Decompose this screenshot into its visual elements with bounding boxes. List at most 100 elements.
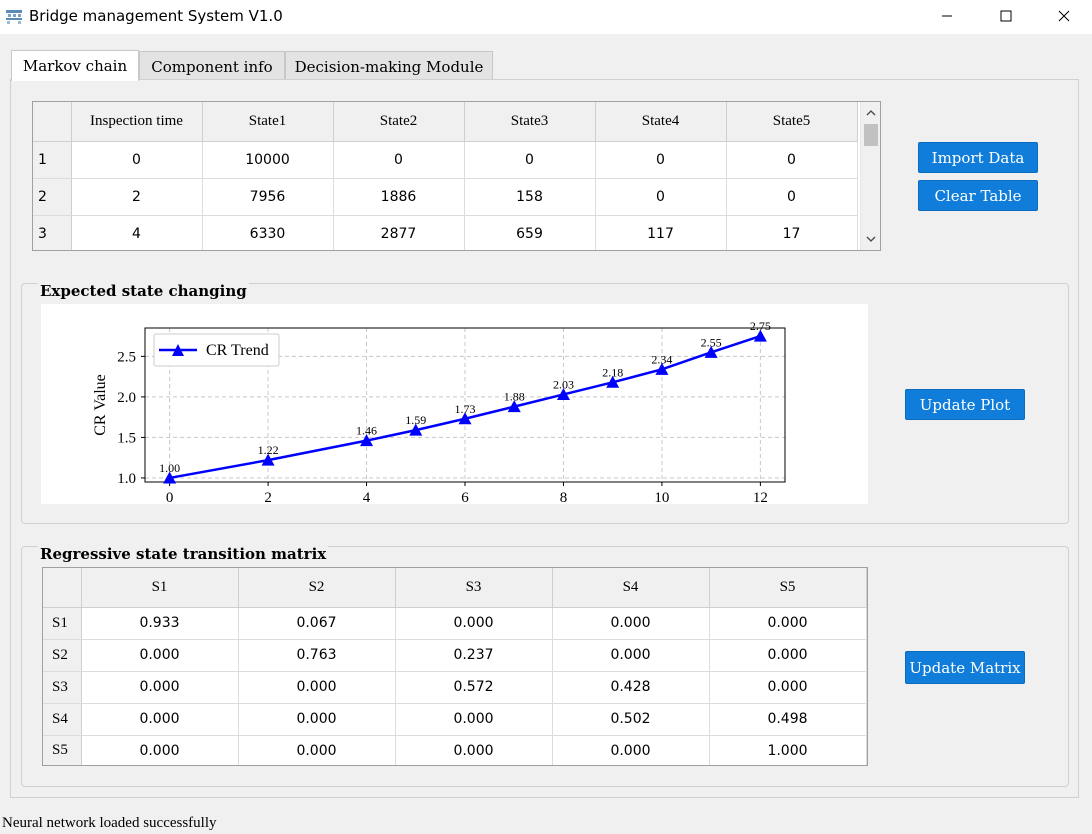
table-cell[interactable]: 0.000	[709, 607, 867, 640]
table-cell[interactable]: 0.000	[81, 671, 239, 704]
table-cell[interactable]: 0	[71, 141, 203, 179]
maximize-button[interactable]	[977, 0, 1035, 32]
table-cell[interactable]: 0.000	[552, 639, 710, 672]
table-cell[interactable]: 0	[726, 178, 858, 216]
tab-component-info[interactable]: Component info	[139, 51, 285, 81]
row-header[interactable]: S3	[43, 671, 82, 704]
table-cell[interactable]: 7956	[202, 178, 334, 216]
x-tick-label: 6	[461, 490, 469, 504]
row-header[interactable]: 3	[33, 215, 72, 250]
group-title: Regressive state transition matrix	[38, 545, 329, 563]
scroll-thumb[interactable]	[864, 124, 878, 146]
table-cell[interactable]: 0.000	[81, 639, 239, 672]
table-cell[interactable]: 0.933	[81, 607, 239, 640]
column-header[interactable]: State2	[333, 102, 465, 142]
scroll-up-button[interactable]	[861, 104, 880, 122]
table-cell[interactable]: 0.000	[238, 703, 396, 736]
update-matrix-button[interactable]: Update Matrix	[905, 651, 1025, 684]
column-header[interactable]: S5	[709, 568, 867, 608]
table-cell[interactable]: 0	[726, 141, 858, 179]
column-header[interactable]: S2	[238, 568, 396, 608]
table-cell[interactable]: 0.572	[395, 671, 553, 704]
table-cell[interactable]: 6330	[202, 215, 334, 250]
table-cell[interactable]: 1886	[333, 178, 465, 216]
table-cell[interactable]: 0	[595, 141, 727, 179]
table-cell[interactable]: 2877	[333, 215, 465, 250]
table-cell[interactable]: 10000	[202, 141, 334, 179]
table-header-row: Inspection time State1 State2 State3 Sta…	[33, 102, 858, 142]
table-row: S2 0.000 0.763 0.237 0.000 0.000	[43, 639, 867, 672]
table-cell[interactable]: 659	[464, 215, 596, 250]
data-label: 1.22	[258, 443, 279, 457]
column-header[interactable]: State3	[464, 102, 596, 142]
y-tick-label: 1.5	[117, 430, 136, 446]
y-tick-label: 1.0	[117, 471, 136, 487]
transition-matrix-table[interactable]: S1 S2 S3 S4 S5 S1 0.933 0.067 0.000 0.00…	[42, 567, 868, 766]
row-header[interactable]: 2	[33, 178, 72, 216]
table-cell[interactable]: 2	[71, 178, 203, 216]
tab-markov-chain[interactable]: Markov chain	[11, 50, 139, 81]
table-cell[interactable]: 17	[726, 215, 858, 250]
table-cell[interactable]: 0	[333, 141, 465, 179]
table-cell[interactable]: 0.000	[709, 639, 867, 672]
table-cell[interactable]: 0.000	[709, 671, 867, 704]
table-cell[interactable]: 0	[464, 141, 596, 179]
column-header[interactable]: S1	[81, 568, 239, 608]
row-header[interactable]: S1	[43, 607, 82, 640]
table-cell[interactable]: 0.237	[395, 639, 553, 672]
tab-decision-making[interactable]: Decision-making Module	[285, 51, 493, 81]
table-cell[interactable]: 1.000	[709, 735, 867, 765]
table-cell[interactable]: 0	[595, 178, 727, 216]
table-cell[interactable]: 0.000	[238, 671, 396, 704]
matrix-corner[interactable]	[43, 568, 82, 608]
inspection-data-table[interactable]: Inspection time State1 State2 State3 Sta…	[32, 101, 881, 251]
table-cell[interactable]: 0.000	[238, 735, 396, 765]
table-cell[interactable]: 4	[71, 215, 203, 250]
row-header[interactable]: S4	[43, 703, 82, 736]
y-tick-label: 2.5	[117, 349, 136, 365]
row-header[interactable]: S5	[43, 735, 82, 765]
scroll-down-button[interactable]	[861, 230, 880, 248]
data-label: 2.34	[651, 352, 672, 366]
close-button[interactable]	[1035, 0, 1092, 32]
table-cell[interactable]: 0.000	[81, 735, 239, 765]
column-header[interactable]: S3	[395, 568, 553, 608]
table-cell[interactable]: 0.000	[395, 703, 553, 736]
table-cell[interactable]: 0.498	[709, 703, 867, 736]
y-tick-label: 2.0	[117, 390, 136, 406]
x-tick-label: 10	[654, 490, 669, 504]
table-cell[interactable]: 158	[464, 178, 596, 216]
maximize-icon	[1000, 10, 1012, 22]
table-cell[interactable]: 0.428	[552, 671, 710, 704]
chart-legend: CR Trend	[153, 333, 280, 367]
table-row: S4 0.000 0.000 0.000 0.502 0.498	[43, 703, 867, 736]
table-cell[interactable]: 0.000	[552, 735, 710, 765]
table-cell[interactable]: 0.000	[552, 607, 710, 640]
clear-table-button[interactable]: Clear Table	[918, 180, 1038, 211]
x-tick-label: 0	[166, 490, 174, 504]
table-cell[interactable]: 0.067	[238, 607, 396, 640]
update-plot-button[interactable]: Update Plot	[905, 389, 1025, 420]
table-cell[interactable]: 117	[595, 215, 727, 250]
import-data-button[interactable]: Import Data	[918, 142, 1038, 173]
column-header[interactable]: Inspection time	[71, 102, 203, 142]
matrix-header-row: S1 S2 S3 S4 S5	[43, 568, 867, 608]
table-cell[interactable]: 0.000	[81, 703, 239, 736]
column-header[interactable]: State5	[726, 102, 858, 142]
table-corner[interactable]	[33, 102, 72, 142]
row-header[interactable]: S2	[43, 639, 82, 672]
minimize-button[interactable]	[918, 0, 976, 32]
table-cell[interactable]: 0.000	[395, 607, 553, 640]
table-cell[interactable]: 0.502	[552, 703, 710, 736]
chevron-up-icon	[866, 110, 876, 116]
table-cell[interactable]: 0.000	[395, 735, 553, 765]
column-header[interactable]: State4	[595, 102, 727, 142]
column-header[interactable]: S4	[552, 568, 710, 608]
table-cell[interactable]: 0.763	[238, 639, 396, 672]
vertical-scrollbar[interactable]	[860, 102, 880, 250]
table-row: 1 0 10000 0 0 0 0	[33, 141, 858, 179]
column-header[interactable]: State1	[202, 102, 334, 142]
window-title: Bridge management System V1.0	[29, 7, 283, 25]
x-tick-label: 12	[753, 490, 768, 504]
row-header[interactable]: 1	[33, 141, 72, 179]
